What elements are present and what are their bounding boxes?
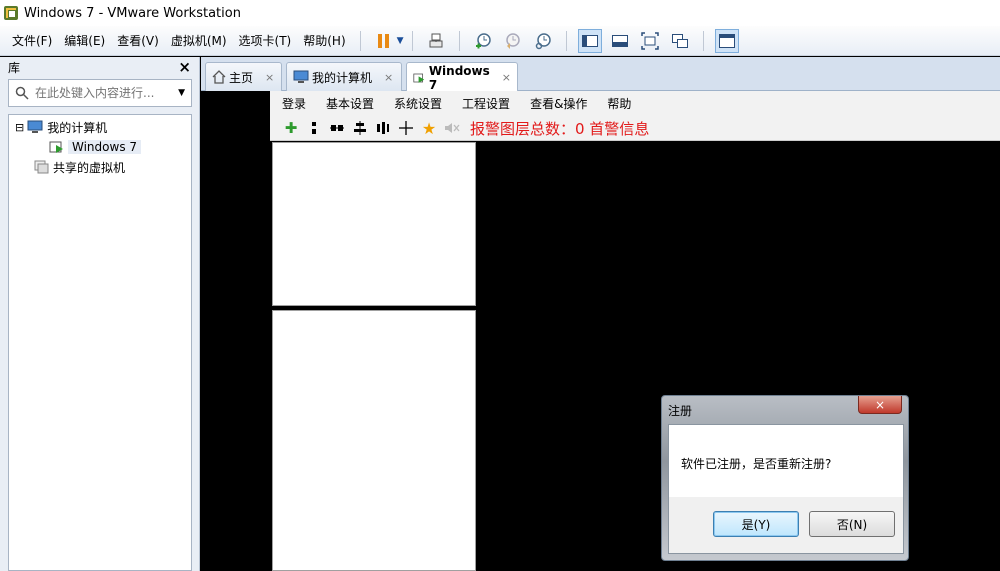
guest-menu-help[interactable]: 帮助	[607, 95, 631, 112]
library-panel: 库 × ▼ ⊟ 我的计算机 Windows 7 共享的虚拟机	[0, 57, 200, 571]
thumbnail-bar-icon	[611, 34, 628, 47]
guest-menu-basic-settings[interactable]: 基本设置	[326, 95, 374, 112]
tree-label-windows7: Windows 7	[68, 140, 142, 154]
send-keys-icon	[429, 33, 443, 47]
search-dropdown-icon[interactable]: ▼	[178, 88, 185, 98]
tab-windows7[interactable]: Windows 7 ×	[406, 62, 518, 92]
register-dialog: 注册 × 软件已注册，是否重新注册? 是(Y) 否(N)	[661, 395, 909, 561]
tree-item-shared-vms[interactable]: 共享的虚拟机	[33, 157, 125, 177]
library-tree: ⊟ 我的计算机 Windows 7 共享的虚拟机	[8, 114, 192, 571]
star-icon[interactable]: ★	[420, 119, 438, 138]
puzzle-icon[interactable]: ✚	[282, 119, 300, 137]
library-header: 库 ×	[0, 57, 199, 77]
align-vertical-icon[interactable]	[305, 119, 323, 137]
console-view-button[interactable]	[714, 28, 739, 53]
thumbnail-bar-button[interactable]	[608, 29, 632, 53]
align-horizontal-icon[interactable]	[328, 119, 346, 137]
vm-running-icon	[49, 141, 63, 153]
home-icon	[212, 70, 226, 84]
no-button[interactable]: 否(N)	[809, 511, 895, 537]
snapshot-revert-icon	[505, 32, 520, 49]
tab-home-close-icon[interactable]: ×	[265, 71, 274, 84]
toolbar-separator	[702, 30, 704, 51]
tree-item-my-computer[interactable]: ⊟ 我的计算机	[15, 117, 107, 137]
guest-app-menubar: 登录 基本设置 系统设置 工程设置 查看&操作 帮助	[270, 91, 1000, 116]
crosshair-icon[interactable]	[397, 119, 415, 137]
guest-menu-system-settings[interactable]: 系统设置	[394, 95, 442, 112]
toolbar-separator	[411, 30, 413, 51]
distribute-icon[interactable]	[374, 119, 392, 137]
tab-my-computer-label: 我的计算机	[312, 70, 373, 85]
menu-help[interactable]: 帮助(H)	[297, 27, 351, 55]
menu-file[interactable]: 文件(F)	[6, 27, 58, 55]
tree-label-shared-vms: 共享的虚拟机	[53, 160, 126, 175]
tree-label-my-computer: 我的计算机	[47, 120, 108, 135]
snapshot-manager-button[interactable]	[531, 29, 555, 53]
library-title: 库	[8, 60, 21, 75]
power-dropdown-icon[interactable]: ▼	[397, 36, 404, 46]
unity-icon	[671, 33, 688, 48]
collapse-icon[interactable]: ⊟	[15, 121, 24, 134]
vm-running-icon	[413, 73, 425, 83]
dialog-body: 软件已注册，是否重新注册? 是(Y) 否(N)	[668, 424, 904, 554]
alarm-status-text: 报警图层总数：0 首警信息	[470, 119, 650, 138]
title-bar: Windows 7 - VMware Workstation	[0, 0, 1000, 26]
tree-item-windows7[interactable]: Windows 7	[49, 137, 142, 157]
menu-vm[interactable]: 虚拟机(M)	[165, 27, 233, 55]
tab-home-label: 主页	[229, 70, 254, 85]
menu-edit[interactable]: 编辑(E)	[58, 27, 111, 55]
tab-my-computer-close-icon[interactable]: ×	[384, 71, 393, 84]
shared-vm-icon	[34, 160, 49, 174]
take-snapshot-button[interactable]	[471, 29, 495, 53]
snapshot-add-icon	[475, 32, 491, 48]
dialog-message: 软件已注册，是否重新注册?	[669, 425, 903, 497]
console-view-icon	[718, 33, 735, 48]
computer-icon	[27, 120, 43, 133]
tab-windows7-close-icon[interactable]: ×	[502, 71, 511, 84]
library-panel-icon	[581, 34, 598, 47]
mute-icon[interactable]	[443, 119, 461, 137]
show-library-button[interactable]	[577, 28, 602, 53]
pause-button[interactable]	[372, 29, 396, 53]
dialog-close-button[interactable]: ×	[858, 396, 902, 414]
yes-button[interactable]: 是(Y)	[713, 511, 799, 537]
library-search[interactable]: ▼	[8, 79, 192, 107]
full-screen-button[interactable]	[638, 29, 662, 53]
menu-tabs[interactable]: 选项卡(T)	[233, 27, 298, 55]
library-close-icon[interactable]: ×	[178, 58, 191, 76]
snapshot-manager-icon	[535, 32, 551, 49]
vmware-app-icon	[4, 6, 18, 20]
toolbar-separator	[359, 30, 361, 51]
tab-my-computer[interactable]: 我的计算机 ×	[286, 62, 402, 91]
guest-toolbar: ✚ ★ 报警图层总数：0 首警信息	[270, 116, 1000, 141]
menu-bar: 文件(F) 编辑(E) 查看(V) 虚拟机(M) 选项卡(T) 帮助(H) ▼	[0, 26, 1000, 56]
toolbar-separator	[565, 30, 567, 51]
guest-panel-bottom[interactable]	[272, 310, 476, 571]
guest-menu-view-operate[interactable]: 查看&操作	[530, 95, 587, 112]
guest-menu-login[interactable]: 登录	[282, 95, 306, 112]
full-screen-icon	[640, 31, 659, 50]
search-input[interactable]	[35, 86, 179, 100]
search-icon	[15, 86, 29, 100]
pause-icon	[378, 33, 390, 48]
revert-snapshot-button[interactable]	[501, 29, 525, 53]
guest-panel-top[interactable]	[272, 142, 476, 306]
unity-button[interactable]	[668, 29, 692, 53]
guest-menu-project-settings[interactable]: 工程设置	[462, 95, 510, 112]
computer-icon	[293, 70, 309, 83]
menu-view[interactable]: 查看(V)	[111, 27, 165, 55]
toolbar-separator	[458, 30, 460, 51]
tab-home[interactable]: 主页 ×	[205, 62, 282, 91]
tab-windows7-label: Windows 7	[428, 63, 490, 92]
tab-bar: 主页 × 我的计算机 × Windows 7 ×	[201, 57, 1000, 92]
dialog-title: 注册	[668, 404, 693, 418]
send-ctrl-alt-del-button[interactable]	[424, 29, 448, 53]
window-title: Windows 7 - VMware Workstation	[24, 5, 241, 21]
align-center-icon[interactable]	[351, 119, 369, 137]
